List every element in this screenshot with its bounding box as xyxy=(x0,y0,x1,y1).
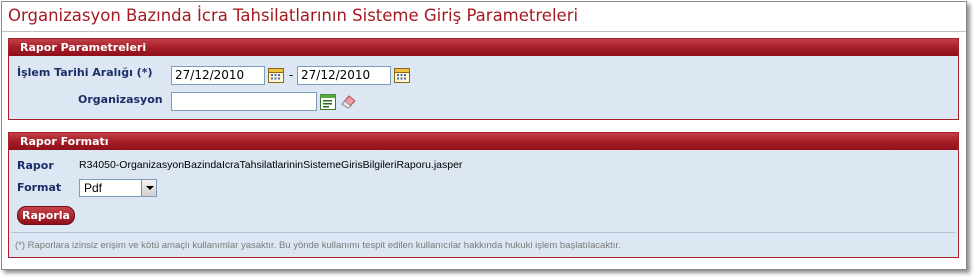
report-label: Rapor xyxy=(17,159,54,172)
calendar-icon xyxy=(394,68,410,83)
report-format-header: Rapor Formatı xyxy=(9,133,958,150)
format-select-value: Pdf xyxy=(84,181,103,195)
end-date-calendar-button[interactable] xyxy=(393,66,411,84)
organization-label: Organizasyon xyxy=(78,93,163,106)
report-parameters-panel: Rapor Parametreleri İşlem Tarihi Aralığı… xyxy=(8,38,959,120)
report-file-name: R34050-OrganizasyonBazindaIcraTahsilatla… xyxy=(79,159,463,171)
format-select[interactable]: Pdf xyxy=(79,179,157,197)
report-parameters-header: Rapor Parametreleri xyxy=(9,39,958,56)
eraser-icon xyxy=(341,95,356,109)
list-icon xyxy=(320,94,336,110)
start-date-input[interactable]: 27/12/2010 xyxy=(171,66,265,85)
report-format-panel: Rapor Formatı Rapor R34050-OrganizasyonB… xyxy=(8,132,959,258)
date-range-label: İşlem Tarihi Aralığı (*) xyxy=(17,66,153,79)
organization-clear-button[interactable] xyxy=(339,92,357,110)
organization-input[interactable] xyxy=(171,92,317,111)
panel-divider xyxy=(11,232,956,233)
chevron-down-icon[interactable] xyxy=(141,180,156,196)
submit-report-button[interactable]: Raporla xyxy=(17,206,75,225)
main-window: Organizasyon Bazında İcra Tahsilatlarını… xyxy=(1,1,967,270)
organization-select-button[interactable] xyxy=(319,93,337,111)
legal-footnote: (*) Raporlara izinsiz erişim ve kötü ama… xyxy=(15,240,621,251)
start-date-calendar-button[interactable] xyxy=(267,66,285,84)
end-date-input[interactable]: 27/12/2010 xyxy=(297,66,391,85)
format-label: Format xyxy=(17,181,62,194)
date-range-separator: - xyxy=(289,68,294,82)
page-title: Organizasyon Bazında İcra Tahsilatlarını… xyxy=(8,6,579,25)
calendar-icon xyxy=(268,68,284,83)
title-divider xyxy=(2,31,966,32)
